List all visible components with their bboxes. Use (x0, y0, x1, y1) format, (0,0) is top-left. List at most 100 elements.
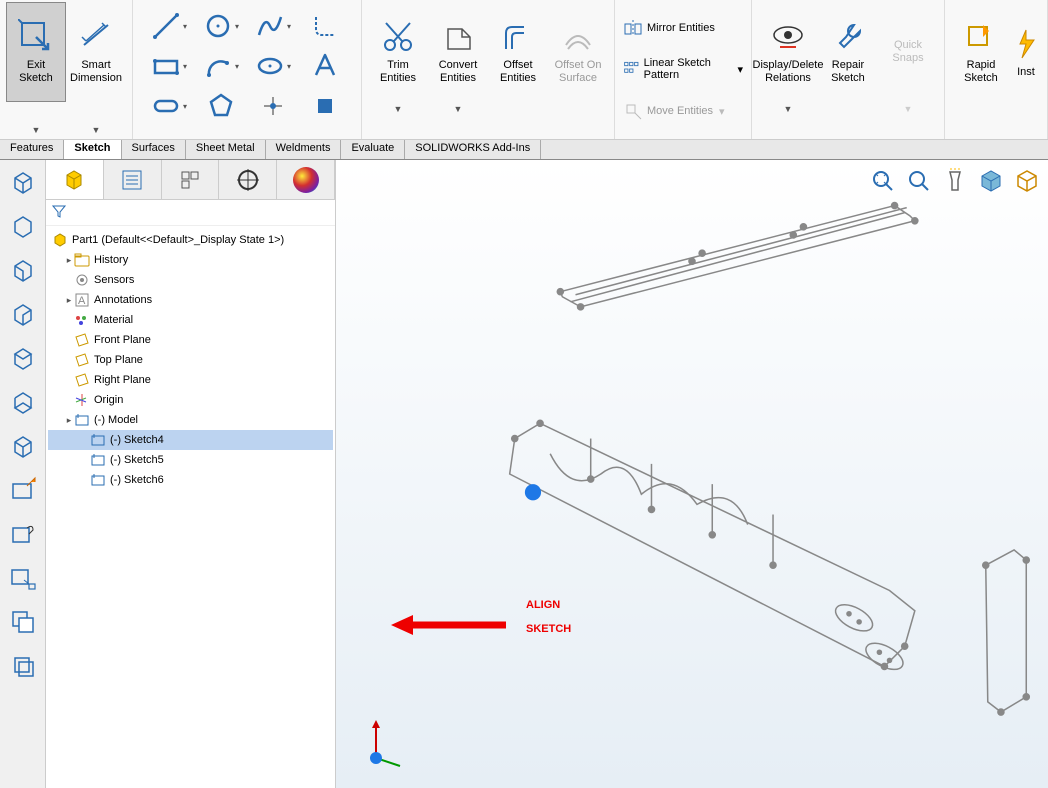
repair-button[interactable]: Repair Sketch (818, 2, 878, 102)
sphere-icon (293, 167, 319, 193)
tree-item[interactable]: (-) Sketch6 (48, 470, 333, 490)
offset-icon (500, 19, 536, 55)
tab-sketch[interactable]: Sketch (64, 140, 121, 159)
exit-sketch-label: Exit Sketch (11, 59, 61, 84)
tree-item-label: Front Plane (94, 334, 151, 346)
mirror-button[interactable]: Mirror Entities (619, 16, 719, 40)
copy-button[interactable] (5, 604, 41, 640)
tree-item[interactable]: Sensors (48, 270, 333, 290)
tree-root[interactable]: Part1 (Default<<Default>_Display State 1… (48, 230, 333, 250)
options-button[interactable] (5, 516, 41, 552)
tab-evaluate[interactable]: Evaluate (341, 140, 405, 159)
rectangle-tool[interactable]: ▾ (145, 48, 193, 84)
tab-weldments[interactable]: Weldments (266, 140, 342, 159)
plane-tool[interactable] (301, 88, 349, 124)
trim-label: Trim Entities (372, 59, 424, 84)
exit-sketch-dropdown[interactable]: ▼ (6, 123, 66, 137)
tab-features[interactable]: Features (0, 140, 64, 159)
view-top-button[interactable] (5, 340, 41, 376)
paste-icon (9, 652, 37, 680)
feature-tree: Part1 (Default<<Default>_Display State 1… (46, 226, 335, 494)
convert-button[interactable]: Convert Entities (428, 2, 488, 102)
paste-button[interactable] (5, 648, 41, 684)
feature-tree-tab[interactable] (46, 160, 104, 199)
tree-item[interactable]: (-) Sketch4 (48, 430, 333, 450)
instant-label: Inst (1017, 66, 1035, 79)
annotation-arrow (391, 610, 511, 640)
view-left-button[interactable] (5, 252, 41, 288)
arc-icon (203, 51, 233, 81)
linear-pattern-label: Linear Sketch Pattern (644, 57, 732, 81)
point-tool[interactable] (249, 88, 297, 124)
view-back-button[interactable] (5, 208, 41, 244)
convert-label: Convert Entities (432, 59, 484, 84)
tree-item[interactable]: Material (48, 310, 333, 330)
display-relations-button[interactable]: Display/Delete Relations (758, 2, 818, 102)
tree-item[interactable]: Origin (48, 390, 333, 410)
offset-button[interactable]: Offset Entities (488, 2, 548, 102)
tree-item[interactable]: Front Plane (48, 330, 333, 350)
plane-icon (74, 332, 90, 348)
normal-to-button[interactable] (5, 472, 41, 508)
tab-sheet-metal[interactable]: Sheet Metal (186, 140, 266, 159)
tree-item-label: (-) Sketch5 (110, 454, 164, 466)
convert-dropdown[interactable]: ▼ (428, 102, 488, 116)
part-icon (61, 167, 87, 193)
tree-item[interactable]: ▸AAnnotations (48, 290, 333, 310)
tree-item[interactable]: Top Plane (48, 350, 333, 370)
dimxpert-tab[interactable] (219, 160, 277, 199)
filter-row[interactable] (46, 200, 335, 226)
graphics-viewport[interactable]: ALIGNSKETCH /*split annotation later*/ (336, 160, 1048, 788)
tab-surfaces[interactable]: Surfaces (122, 140, 186, 159)
tree-item[interactable]: (-) Sketch5 (48, 450, 333, 470)
trim-dropdown[interactable]: ▼ (368, 102, 428, 116)
trim-button[interactable]: Trim Entities (368, 2, 428, 102)
rapid-sketch-button[interactable]: Rapid Sketch (951, 2, 1011, 102)
polygon-tool[interactable] (197, 88, 245, 124)
plane-icon (310, 91, 340, 121)
tree-item[interactable]: ▸History (48, 250, 333, 270)
align-sketch-button[interactable] (5, 560, 41, 596)
tab-solidworks-add-ins[interactable]: SOLIDWORKS Add-Ins (405, 140, 541, 159)
cube-icon (9, 212, 37, 240)
display-manager-tab[interactable] (277, 160, 335, 199)
tree-item[interactable]: ▸(-) Model (48, 410, 333, 430)
slot-tool[interactable]: ▾ (145, 88, 193, 124)
line-icon (151, 11, 181, 41)
sketch-icon (90, 472, 106, 488)
arc-tool[interactable]: ▾ (197, 48, 245, 84)
ellipse-tool[interactable]: ▾ (249, 48, 297, 84)
view-right-button[interactable] (5, 296, 41, 332)
linear-pattern-button[interactable]: Linear Sketch Pattern ▾ (619, 55, 747, 83)
relations-dropdown[interactable]: ▼ (758, 102, 818, 116)
view-front-button[interactable] (5, 164, 41, 200)
view-iso-button[interactable] (5, 428, 41, 464)
spline-tool[interactable]: ▾ (249, 8, 297, 44)
cube-icon (9, 344, 37, 372)
smart-dimension-dropdown[interactable]: ▼ (66, 123, 126, 137)
wrench-icon (830, 19, 866, 55)
cube-icon (9, 168, 37, 196)
folder-icon (74, 252, 90, 268)
smart-dimension-button[interactable]: Smart Dimension (66, 2, 126, 102)
fillet-tool[interactable] (301, 8, 349, 44)
view-bottom-button[interactable] (5, 384, 41, 420)
tree-item[interactable]: Right Plane (48, 370, 333, 390)
cube-icon (9, 432, 37, 460)
convert-icon (440, 19, 476, 55)
selected-point (525, 484, 541, 500)
tree-item-label: (-) Sketch6 (110, 474, 164, 486)
circle-tool[interactable]: ▾ (197, 8, 245, 44)
tree-item-label: Origin (94, 394, 123, 406)
exit-sketch-button[interactable]: Exit Sketch (6, 2, 66, 102)
plane-icon (74, 352, 90, 368)
copy-icon (9, 608, 37, 636)
circle-icon (203, 11, 233, 41)
instant-button[interactable]: Inst (1011, 2, 1041, 102)
line-tool[interactable]: ▾ (145, 8, 193, 44)
text-tool[interactable] (301, 48, 349, 84)
property-manager-tab[interactable] (104, 160, 162, 199)
config-manager-tab[interactable] (162, 160, 220, 199)
tree-item-label: (-) Sketch4 (110, 434, 164, 446)
tree-item-label: Right Plane (94, 374, 151, 386)
